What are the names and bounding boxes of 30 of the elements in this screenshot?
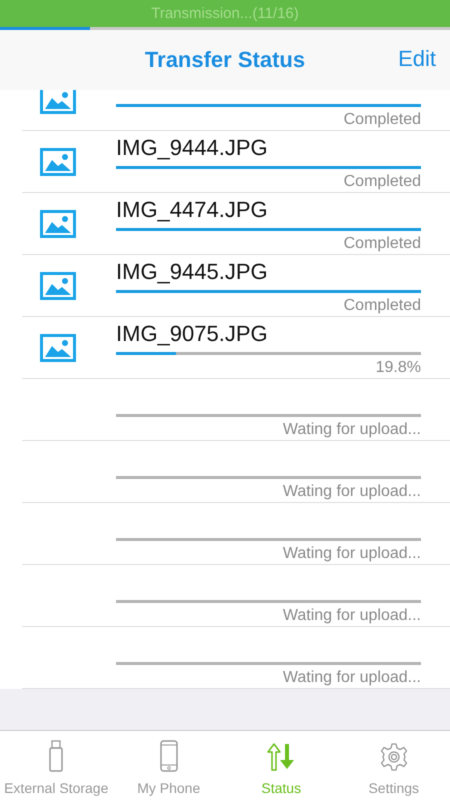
image-icon: [40, 334, 76, 362]
file-name: IMG_4474.JPG: [116, 196, 269, 224]
image-icon: [40, 272, 76, 300]
image-icon: [40, 148, 76, 176]
status-text: Wating for upload...: [282, 607, 421, 625]
image-icon: [40, 90, 76, 114]
status-text: Wating for upload...: [282, 421, 421, 439]
status-text: Completed: [344, 173, 421, 191]
edit-button[interactable]: Edit: [396, 44, 438, 74]
status-text: Wating for upload...: [282, 545, 421, 563]
status-text: 19.8%: [376, 359, 421, 377]
file-name: IMG_9444.JPG: [116, 134, 269, 162]
nav-title: Transfer Status: [144, 47, 306, 73]
usb-drive-icon: [49, 740, 64, 772]
image-icon: [40, 210, 76, 238]
file-name: IMG_9445.JPG: [116, 258, 269, 286]
status-text: Completed: [344, 111, 421, 129]
file-name: IMG_9075.JPG: [116, 320, 269, 348]
transfer-arrows-icon: [267, 742, 296, 772]
tab[interactable]: External Storage: [0, 731, 112, 800]
settings-icon: [378, 742, 409, 772]
phone-icon: [160, 740, 178, 772]
status-text: Completed: [344, 297, 421, 315]
status-text: Completed: [344, 235, 421, 253]
status-text: Wating for upload...: [282, 669, 421, 687]
status-text: Wating for upload...: [282, 483, 421, 501]
transmission-text: Transmission...(11/16): [151, 5, 299, 22]
tab[interactable]: Status: [225, 731, 338, 800]
tab[interactable]: Settings: [338, 731, 450, 800]
tab[interactable]: My Phone: [112, 731, 225, 800]
